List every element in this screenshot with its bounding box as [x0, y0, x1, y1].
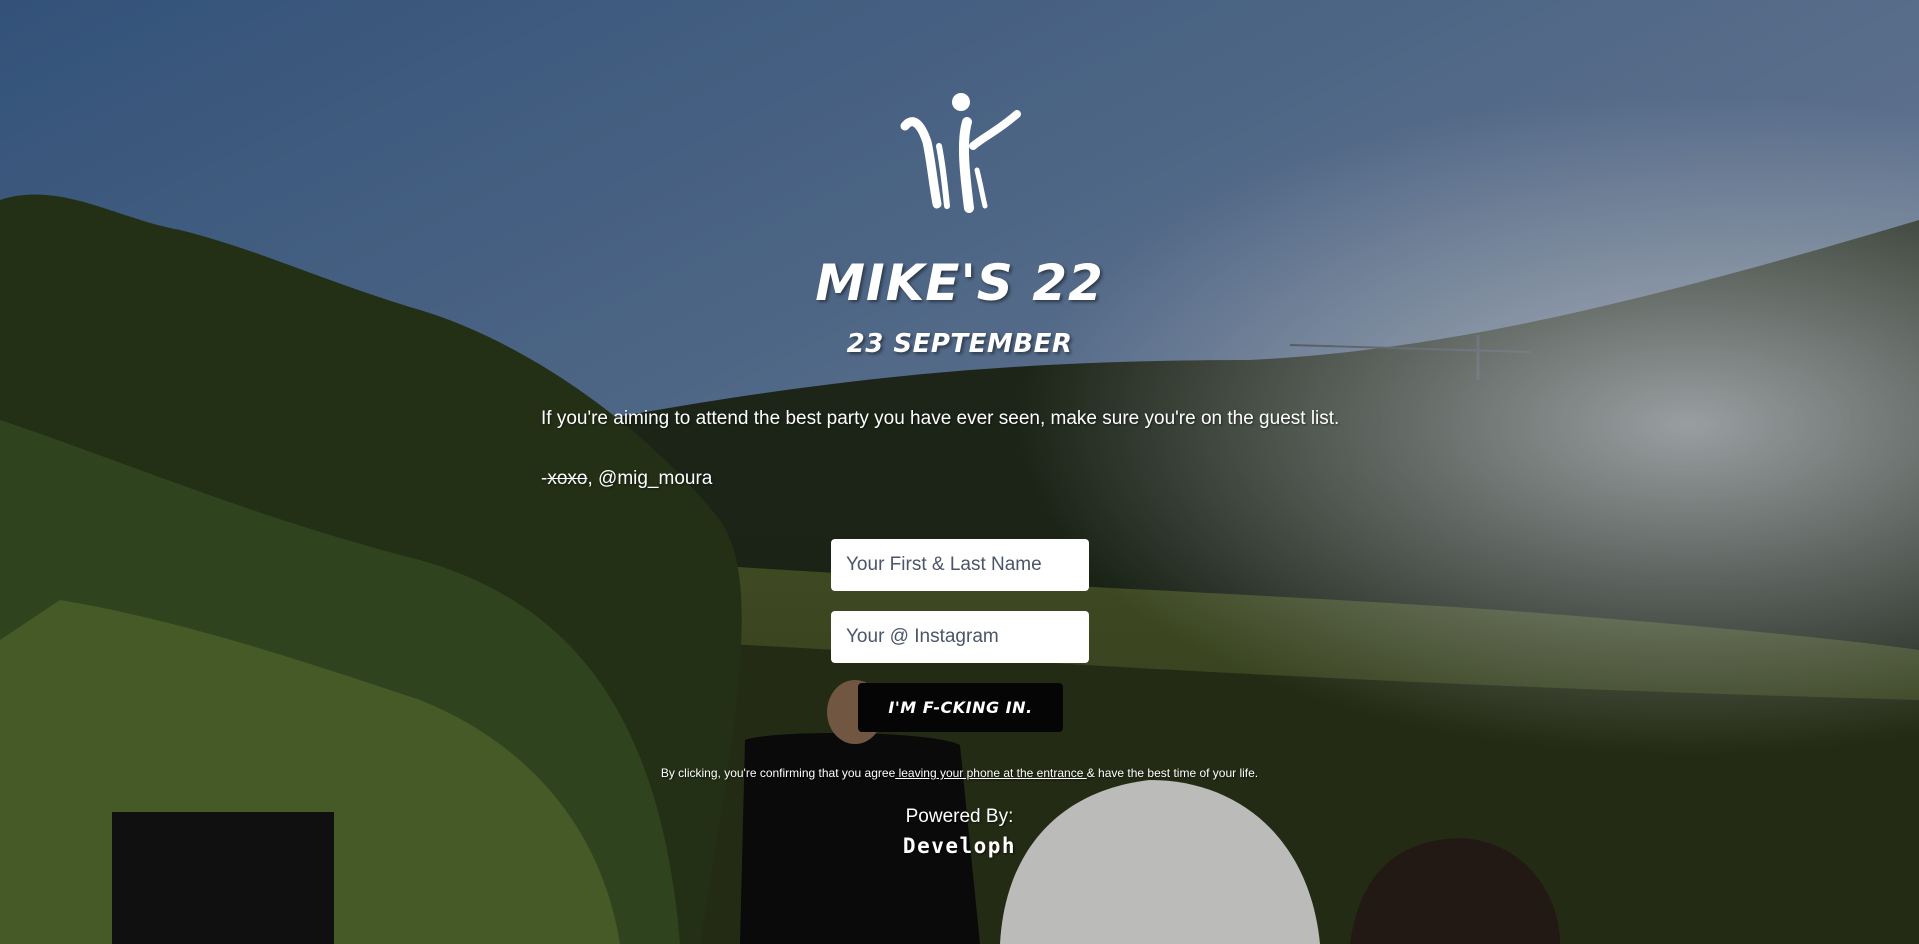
event-title: MIKE'S 22 — [815, 254, 1104, 312]
signature: -xoxo, @mig_moura — [541, 466, 712, 492]
full-name-input[interactable] — [831, 539, 1089, 591]
signature-struck-text: xoxo — [547, 468, 588, 489]
disclaimer-before: By clicking, you're confirming that you … — [660, 766, 896, 780]
powered-by-label: Powered By: — [905, 806, 1014, 827]
event-date: 23 SEPTEMBER — [846, 329, 1073, 359]
dancing-figure-logo-icon — [900, 93, 1021, 213]
submit-guest-list-button[interactable]: I'M F-CKING IN. — [858, 683, 1063, 732]
disclaimer-after: & have the best time of your life. — [1086, 766, 1259, 780]
signature-handle: , @mig_moura — [587, 468, 713, 489]
landing-content: MIKE'S 22 23 SEPTEMBER If you're aiming … — [0, 0, 1919, 944]
intro-text: If you're aiming to attend the best part… — [541, 408, 1340, 429]
page: MIKE'S 22 23 SEPTEMBER If you're aiming … — [0, 0, 1919, 944]
consent-disclaimer: By clicking, you're confirming that you … — [0, 764, 1919, 782]
developh-brand-link[interactable]: Developh — [0, 832, 1919, 860]
phone-policy-link[interactable]: leaving your phone at the entrance — [895, 766, 1086, 780]
instagram-input[interactable] — [831, 611, 1089, 663]
